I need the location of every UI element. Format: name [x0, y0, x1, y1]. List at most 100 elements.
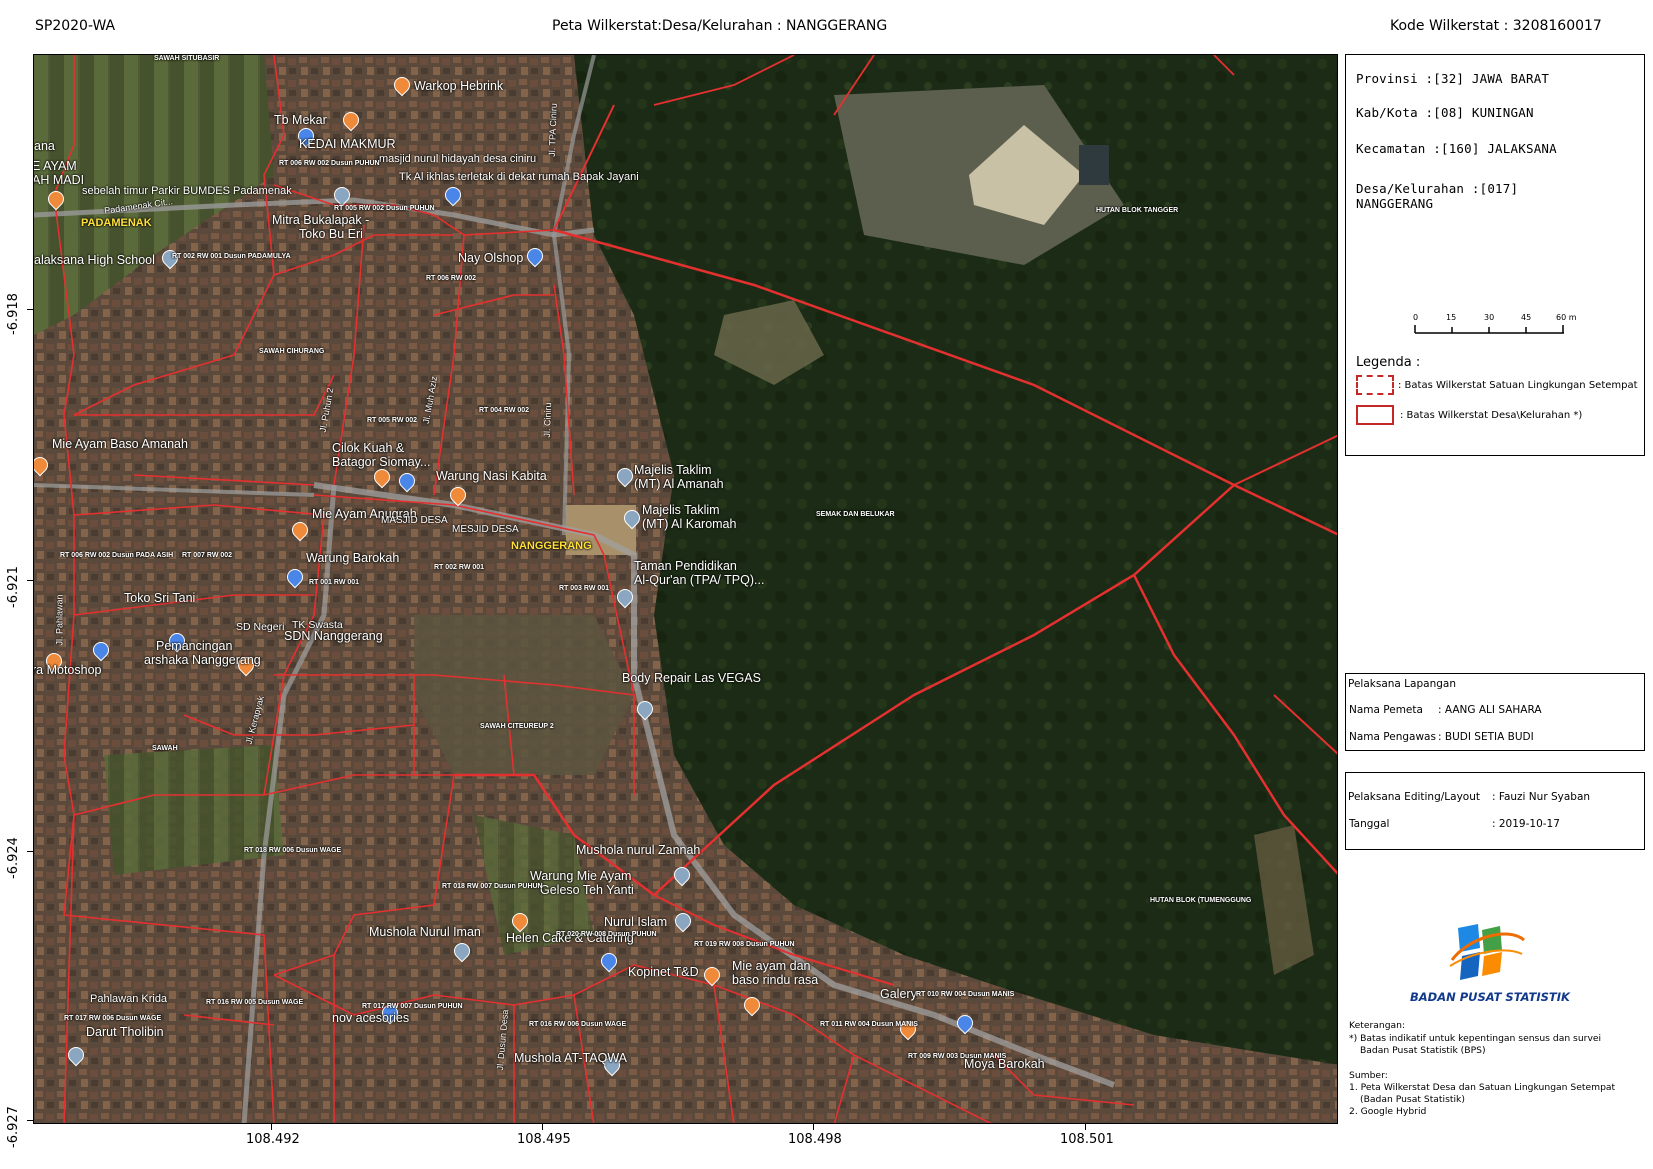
- rt-label: RT 011 RW 004 Dusun MANIS: [820, 1021, 918, 1028]
- poi-label: ra Motoshop: [33, 663, 102, 677]
- poi-label: Pemancingan: [156, 639, 233, 653]
- bps-name: BADAN PUSAT STATISTIK: [1410, 990, 1570, 1004]
- lon-tick: [542, 1124, 543, 1130]
- scale-bar: [1414, 325, 1564, 334]
- poi-label: SD Negeri: [236, 621, 285, 633]
- keterangan-2: Badan Pusat Statistik (BPS): [1360, 1045, 1486, 1056]
- lat-label-1: -6.918: [6, 293, 21, 335]
- lon-label-2: 108.495: [517, 1132, 571, 1147]
- rt-label: RT 017 RW 006 Dusun WAGE: [64, 1015, 162, 1022]
- poi-label: (MT) Al Amanah: [634, 477, 724, 491]
- scale-label: 60 m: [1556, 313, 1577, 322]
- provinsi: Provinsi :[32] JAWA BARAT: [1356, 71, 1550, 86]
- rt-label: RT 006 RW 002 Dusun PUHUN: [279, 160, 380, 167]
- poi-label: Mushola AT-TAQWA: [514, 1051, 627, 1065]
- poi-label: Taman Pendidikan: [634, 559, 737, 573]
- pengawas-value: : BUDI SETIA BUDI: [1438, 731, 1534, 743]
- kabkota: Kab/Kota :[08] KUNINGAN: [1356, 105, 1534, 120]
- rt-label: RT 002 RW 001: [434, 564, 485, 571]
- desa-name: NANGGERANG: [1356, 196, 1434, 211]
- rt-label: RT 016 RW 005 Dusun WAGE: [206, 999, 304, 1006]
- area-label: SEMAK DAN BELUKAR: [816, 511, 895, 518]
- poi-label: SDN Nanggerang: [284, 629, 383, 643]
- road-label: Jl. TPA Ciniru: [546, 102, 559, 158]
- rt-label: RT 018 RW 007 Dusun PUHUN: [442, 883, 543, 890]
- poi-label: Moya Barokah: [964, 1057, 1045, 1071]
- area-label: SAWAH CITEUREUP 2: [480, 723, 554, 730]
- rt-label: RT 010 RW 004 Dusun MANIS: [916, 991, 1015, 998]
- pelaksana-editing-panel: Pelaksana Editing/Layout : Fauzi Nur Sya…: [1345, 772, 1645, 850]
- sumber-1b: (Badan Pusat Statistik): [1360, 1094, 1465, 1105]
- poi-label: Mitra Bukalapak -: [272, 213, 370, 227]
- poi-label: nov acesories: [332, 1011, 410, 1025]
- scale-label: 45: [1521, 313, 1532, 322]
- area-label: SAWAH SITUBASIR: [154, 55, 220, 62]
- rt-label: RT 003 RW 001: [559, 585, 610, 592]
- lat-label-4: -6.927: [6, 1106, 21, 1148]
- poi-label: Darut Tholibin: [86, 1025, 164, 1039]
- rt-label: RT 007 RW 002: [182, 552, 233, 559]
- poi-label: Geleso Teh Yanti: [540, 883, 634, 897]
- area-label: SAWAH: [152, 745, 178, 752]
- info-panel: Provinsi :[32] JAWA BARAT Kab/Kota :[08]…: [1345, 54, 1645, 456]
- lon-label-4: 108.501: [1060, 1132, 1114, 1147]
- poi-label: Warung Nasi Kabita: [436, 469, 547, 483]
- poi-label: Toko Sri Tani: [124, 591, 196, 605]
- lon-label-3: 108.498: [788, 1132, 842, 1147]
- sumber-2: 2. Google Hybrid: [1349, 1106, 1427, 1117]
- poi-label: sebelah timur Parkir BUMDES Padamenak: [82, 185, 292, 197]
- rt-label: RT 016 RW 006 Dusun WAGE: [529, 1021, 627, 1028]
- scale-label: 30: [1484, 313, 1495, 322]
- tanggal-label: Tanggal: [1349, 818, 1390, 830]
- desa-label: NANGGERANG: [511, 540, 592, 552]
- poi-label: Nay Olshop: [458, 251, 524, 265]
- poi-label: E AYAM: [33, 159, 77, 173]
- panel-title: Pelaksana Lapangan: [1348, 678, 1456, 690]
- wilkerstat-code: Kode Wilkerstat : 3208160017: [1390, 18, 1602, 34]
- lon-tick: [813, 1124, 814, 1130]
- editing-value: : Fauzi Nur Syaban: [1492, 791, 1591, 803]
- editing-label: Pelaksana Editing/Layout: [1348, 791, 1480, 803]
- pemeta-value: : AANG ALI SAHARA: [1438, 704, 1542, 716]
- poi-label: Nurul Islam: [604, 915, 668, 929]
- lat-label-2: -6.921: [6, 566, 21, 608]
- poi-label: MASJID DESA: [381, 515, 448, 526]
- poi-label: masjid nurul hidayah desa ciniru: [379, 153, 537, 165]
- poi-label: KEDAI MAKMUR: [299, 137, 396, 151]
- rt-label: RT 001 RW 001: [309, 579, 360, 586]
- scale-label: 0: [1413, 313, 1419, 322]
- poi-label: Kopinet T&D: [628, 965, 699, 979]
- rt-label: RT 020 RW 008 Dusun PUHUN: [556, 931, 657, 938]
- poi-label: (MT) Al Karomah: [642, 517, 737, 531]
- poi-label: Mushola nurul Zannah: [576, 843, 701, 857]
- desa: Desa/Kelurahan :[017]: [1356, 181, 1519, 196]
- poi-label: Warung Mie Ayam: [530, 869, 632, 883]
- poi-label: Pahlawan Krida: [90, 993, 168, 1005]
- scale-label: 15: [1446, 313, 1457, 322]
- poi-label: Warkop Hebrink: [414, 79, 504, 93]
- poi-label: Mushola Nurul Iman: [369, 925, 481, 939]
- tanggal-value: : 2019-10-17: [1492, 818, 1560, 830]
- poi-label: Toko Bu Eri: [299, 227, 363, 241]
- bps-logo-icon: [1449, 924, 1525, 980]
- rt-label: RT 002 RW 001 Dusun PADAMULYA: [172, 253, 291, 260]
- poi-label: Mie Ayam Baso Amanah: [52, 437, 188, 451]
- road-label: Jl. Pahlawan: [54, 594, 65, 646]
- poi-label: alaksana High School: [34, 253, 155, 267]
- poi-label: MESJID DESA: [452, 524, 519, 535]
- map-code: SP2020-WA: [35, 18, 116, 34]
- area-label: SAWAH CIHURANG: [259, 348, 325, 355]
- poi-label: Tb Mekar: [274, 113, 327, 127]
- desa-label: PADAMENAK: [81, 217, 152, 229]
- pengawas-label: Nama Pengawas: [1349, 731, 1436, 743]
- rt-label: RT 018 RW 006 Dusun WAGE: [244, 847, 342, 854]
- lon-tick: [271, 1124, 272, 1130]
- poi-label: Tk Al ikhlas terletak di dekat rumah Bap…: [399, 171, 639, 183]
- poi-label: Majelis Taklim: [634, 463, 712, 477]
- satellite-map[interactable]: SAWAH SITUBASIR Warkop Hebrink Tb Mekar …: [33, 54, 1338, 1124]
- poi-label: AH MADI: [33, 173, 85, 187]
- keterangan-title: Keterangan:: [1349, 1020, 1406, 1031]
- pemeta-label: Nama Pemeta: [1349, 704, 1423, 716]
- area-label: HUTAN BLOK (TUMENGGUNG: [1150, 897, 1252, 904]
- rt-label: RT 019 RW 008 Dusun PUHUN: [694, 941, 795, 948]
